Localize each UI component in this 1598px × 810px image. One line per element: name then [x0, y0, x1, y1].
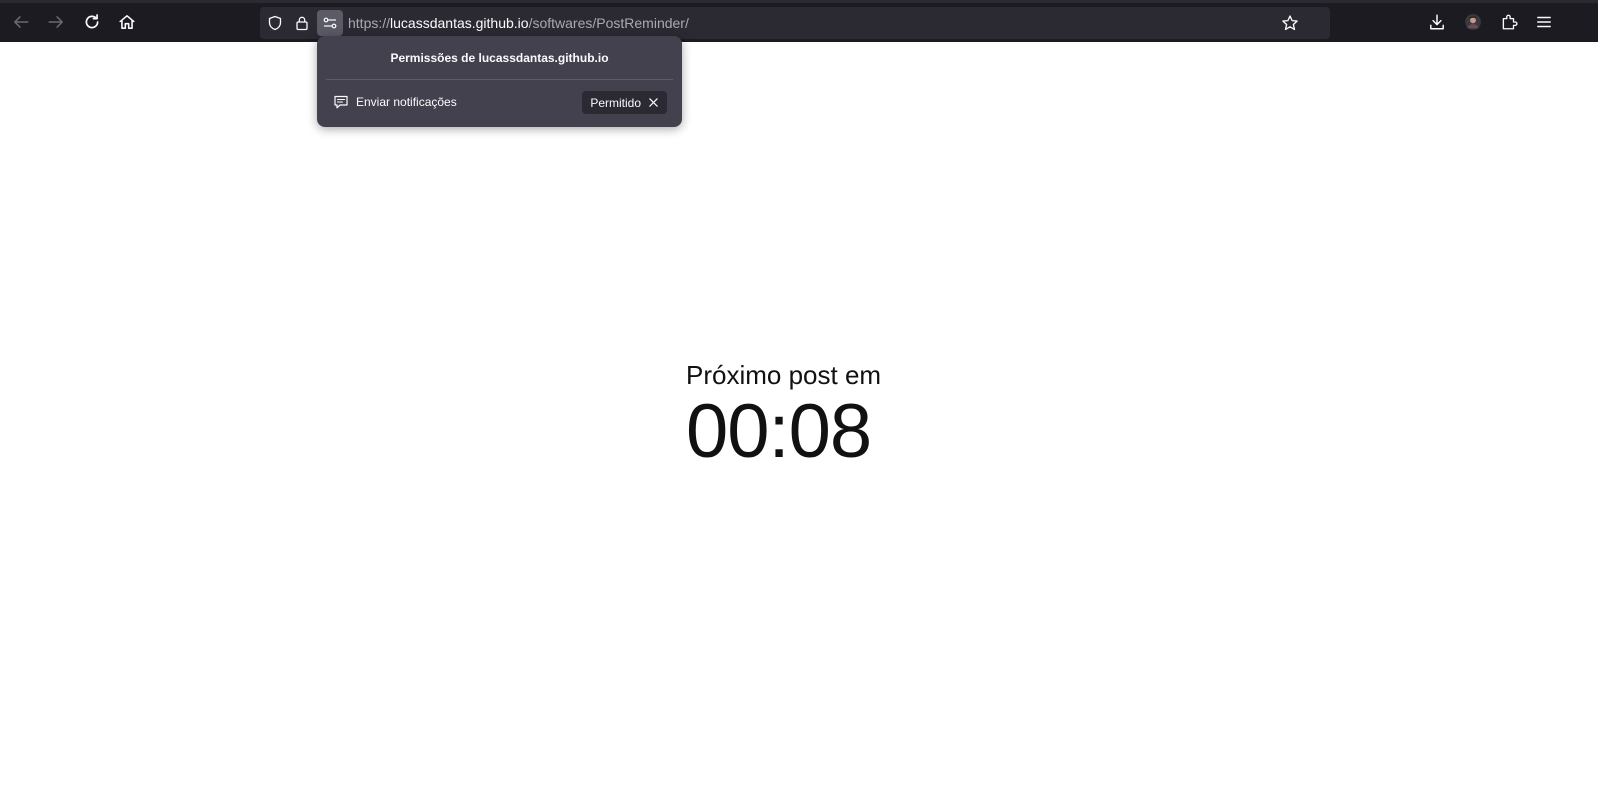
reload-icon	[85, 14, 99, 29]
bookmark-star-icon	[1282, 15, 1298, 31]
reload-button[interactable]	[78, 8, 106, 36]
permissions-popup: Permissões de lucassdantas.github.io Env…	[317, 36, 682, 127]
close-icon	[649, 98, 658, 107]
popup-divider	[326, 79, 673, 80]
back-icon	[14, 16, 29, 28]
downloads-button[interactable]	[1423, 8, 1451, 36]
permissions-button[interactable]	[317, 10, 343, 36]
bookmark-button[interactable]	[1277, 10, 1303, 36]
tracking-protection-button[interactable]	[262, 10, 288, 36]
extensions-button[interactable]	[1495, 8, 1523, 36]
page-content: Próximo post em 00:08	[0, 42, 1598, 810]
lock-icon	[296, 16, 308, 31]
permission-label: Enviar notificações	[356, 95, 457, 109]
extensions-icon	[1502, 14, 1518, 30]
countdown-time: 00:08	[686, 389, 872, 474]
home-button[interactable]	[113, 8, 141, 36]
popup-title: Permissões de lucassdantas.github.io	[390, 51, 609, 65]
address-bar[interactable]: https://lucassdantas.github.io/softwares…	[260, 7, 1330, 39]
account-button[interactable]	[1459, 8, 1487, 36]
home-icon	[119, 15, 135, 29]
notification-icon	[333, 94, 349, 115]
permissions-icon	[323, 17, 337, 29]
url-host: lucassdantas.github.io	[390, 15, 529, 31]
browser-toolbar: https://lucassdantas.github.io/softwares…	[0, 0, 1598, 42]
permission-row-notifications: Enviar notificações Permitido	[331, 91, 668, 115]
back-button[interactable]	[7, 8, 35, 36]
countdown: Próximo post em 00:08	[686, 358, 881, 472]
app-menu-button[interactable]	[1530, 8, 1558, 36]
site-security-button[interactable]	[289, 10, 315, 36]
revoke-permission-button[interactable]	[648, 97, 659, 108]
permission-state-badge: Permitido	[582, 91, 667, 114]
menu-icon	[1537, 16, 1551, 28]
account-avatar	[1465, 14, 1481, 30]
forward-button[interactable]	[42, 8, 70, 36]
download-icon	[1430, 14, 1444, 30]
forward-icon	[48, 16, 63, 28]
countdown-label: Próximo post em	[686, 360, 882, 390]
permission-state-label: Permitido	[590, 95, 641, 110]
shield-icon	[268, 15, 282, 31]
url-text[interactable]: https://lucassdantas.github.io/softwares…	[348, 15, 689, 31]
url-scheme: https://	[348, 15, 391, 31]
url-path: /softwares/PostReminder/	[528, 15, 689, 31]
